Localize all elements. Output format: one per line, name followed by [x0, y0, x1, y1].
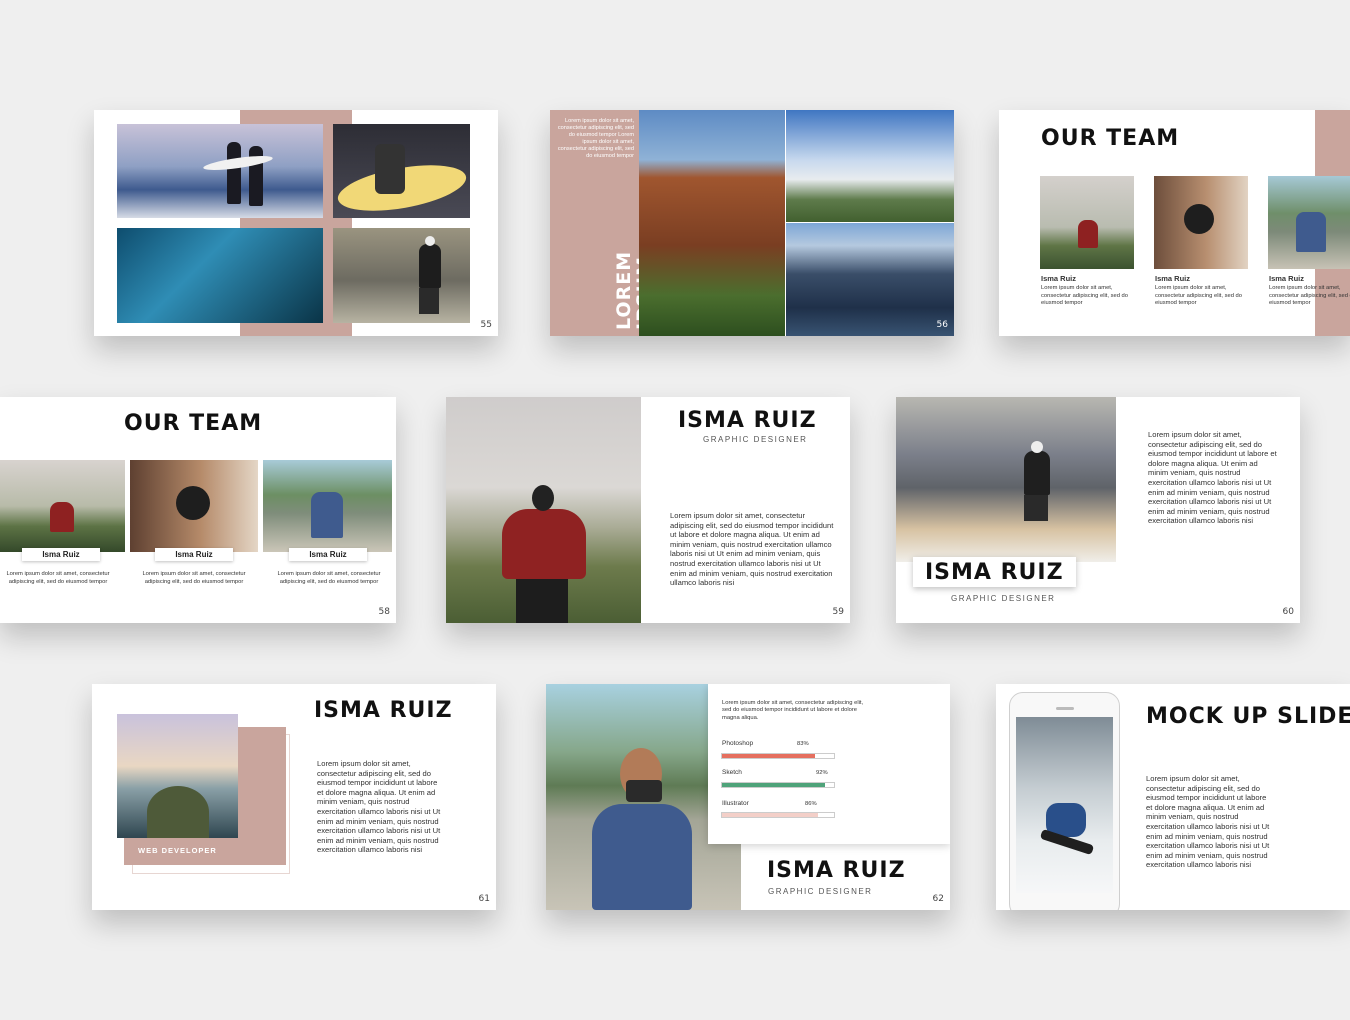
slide-63[interactable]: MOCK UP SLIDE Lorem ipsum dolor sit amet… [996, 684, 1350, 910]
slide-title: OUR TEAM [1041, 126, 1180, 151]
city-photo [786, 223, 954, 336]
member-text-1: Lorem ipsum dolor sit amet, consectetur … [1041, 285, 1129, 307]
wave-photo [117, 228, 323, 323]
page-number: 62 [932, 894, 944, 904]
role-label: WEB DEVELOPER [138, 846, 217, 855]
member-text-3: Lorem ipsum dolor sit amet, consectetur … [277, 571, 381, 585]
member-photo-2 [1154, 176, 1248, 269]
skill-name-2: Sketch [722, 769, 742, 776]
slide-61[interactable]: WEB DEVELOPER ISMA RUIZ Lorem ipsum dolo… [92, 684, 496, 910]
body-text: Lorem ipsum dolor sit amet, consectetur … [317, 759, 441, 855]
body-text: Lorem ipsum dolor sit amet, consectetur … [1148, 430, 1277, 526]
slide-62[interactable]: Lorem ipsum dolor sit amet, consectetur … [546, 684, 950, 910]
snowboarder-photo [1016, 717, 1113, 893]
phone-speaker [1056, 707, 1074, 710]
page-number: 60 [1282, 607, 1294, 617]
member-photo-2 [130, 460, 258, 552]
cliff-photo [639, 110, 785, 336]
slide-60[interactable]: ISMA RUIZ GRAPHIC DESIGNER Lorem ipsum d… [896, 397, 1300, 623]
body-text: Lorem ipsum dolor sit amet, consectetur … [670, 511, 834, 588]
member-name-2: Isma Ruiz [155, 548, 233, 561]
skill-bar-fill-2 [722, 783, 826, 787]
slide-title: ISMA RUIZ [925, 560, 1064, 585]
waterfall-photo [786, 110, 954, 222]
mountain-photo [896, 397, 1116, 562]
column-text: Lorem ipsum dolor sit amet, consectetur … [557, 118, 634, 159]
member-text-2: Lorem ipsum dolor sit amet, consectetur … [142, 571, 246, 585]
surfers-photo [117, 124, 323, 218]
member-photo-3 [1268, 176, 1350, 269]
page-number: 56 [936, 320, 948, 330]
slide-57[interactable]: OUR TEAM Isma Ruiz Lorem ipsum dolor sit… [999, 110, 1350, 336]
member-photo-1 [1040, 176, 1134, 269]
member-name-3: Isma Ruiz [1269, 274, 1305, 283]
skill-bar-3 [721, 812, 835, 818]
page-number: 61 [478, 894, 490, 904]
skill-name-1: Photoshop [722, 740, 754, 747]
page-number: 59 [832, 607, 844, 617]
slide-title: OUR TEAM [124, 411, 263, 436]
skill-value-3: 86% [805, 801, 817, 807]
skill-bar-fill-1 [722, 754, 815, 758]
member-name-3: Isma Ruiz [289, 548, 367, 561]
slide-subtitle: GRAPHIC DESIGNER [703, 435, 808, 444]
sunrise-photo [117, 714, 238, 838]
member-photo-3 [263, 460, 392, 552]
skill-name-3: Illustrator [722, 800, 749, 807]
slide-subtitle: GRAPHIC DESIGNER [951, 594, 1056, 603]
skill-bar-2 [721, 782, 835, 788]
slide-59[interactable]: ISMA RUIZ GRAPHIC DESIGNER Lorem ipsum d… [446, 397, 850, 623]
member-text-3: Lorem ipsum dolor sit amet, consectetur … [1269, 285, 1350, 307]
skill-value-1: 83% [797, 741, 809, 747]
member-photo-1 [0, 460, 125, 552]
member-text-1: Lorem ipsum dolor sit amet, consectetur … [6, 571, 110, 585]
skill-value-2: 92% [816, 770, 828, 776]
slide-58[interactable]: OUR TEAM Isma Ruiz Isma Ruiz Isma Ruiz L… [0, 397, 396, 623]
slide-56[interactable]: Lorem ipsum dolor sit amet, consectetur … [550, 110, 954, 336]
skills-intro-text: Lorem ipsum dolor sit amet, consectetur … [722, 700, 864, 721]
slide-title: ISMA RUIZ [678, 408, 817, 433]
body-text: Lorem ipsum dolor sit amet, consectetur … [1146, 774, 1270, 870]
member-name-1: Isma Ruiz [1041, 274, 1077, 283]
member-name-1: Isma Ruiz [22, 548, 100, 561]
slide-subtitle: GRAPHIC DESIGNER [768, 887, 873, 896]
skateboard-photo [333, 124, 470, 218]
slide-title: MOCK UP SLIDE [1146, 704, 1350, 729]
phone-mockup [1009, 692, 1120, 910]
slide-title: ISMA RUIZ [767, 858, 906, 883]
skill-bar-1 [721, 753, 835, 759]
slide-55[interactable]: 55 [94, 110, 498, 336]
hiker-photo [333, 228, 470, 323]
profile-photo [446, 397, 641, 623]
member-text-2: Lorem ipsum dolor sit amet, consectetur … [1155, 285, 1243, 307]
page-number: 58 [378, 607, 390, 617]
skill-bar-fill-3 [722, 813, 819, 817]
page-number: 55 [480, 320, 492, 330]
slide-title: ISMA RUIZ [314, 698, 453, 723]
member-name-2: Isma Ruiz [1155, 274, 1191, 283]
